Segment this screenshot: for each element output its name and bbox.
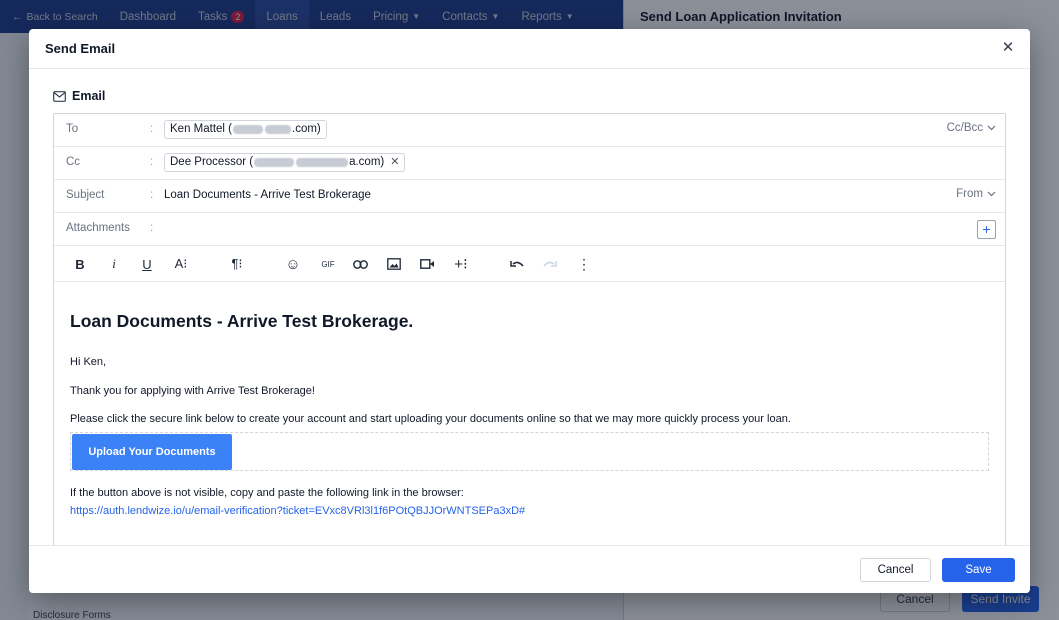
cc-bcc-toggle[interactable]: Cc/Bcc [947, 122, 996, 134]
redo-icon [541, 255, 559, 273]
to-label: To [66, 123, 79, 135]
redacted-text [254, 158, 295, 167]
email-section-heading: Email [53, 89, 105, 103]
add-attachment-button[interactable]: + [977, 220, 996, 239]
field-colon: : [150, 222, 154, 234]
video-icon[interactable] [418, 255, 436, 273]
editor-toolbar: B i U A⁝ ¶⁝ ☺ GIF +⁝ ⋮ [54, 246, 1005, 282]
email-body-editor[interactable]: Loan Documents - Arrive Test Brokerage. … [54, 283, 1005, 545]
emoji-icon[interactable]: ☺ [284, 255, 302, 273]
subject-input[interactable] [164, 189, 864, 201]
modal-footer: Cancel Save [29, 545, 1030, 593]
modal-body: Email To : Ken Mattel ( .com) Cc/Bcc Cc : [29, 70, 1030, 545]
modal-title: Send Email [45, 41, 116, 56]
subject-label: Subject [66, 189, 105, 201]
close-icon[interactable]: ✕ [1000, 40, 1016, 56]
email-composer: To : Ken Mattel ( .com) Cc/Bcc Cc : Dee P… [53, 113, 1006, 545]
insert-more-icon[interactable]: +⁝ [452, 255, 470, 273]
undo-icon[interactable] [508, 255, 526, 273]
remove-chip-icon[interactable]: ✕ [390, 154, 399, 171]
bold-button[interactable]: B [71, 255, 89, 273]
chevron-down-icon [987, 122, 996, 134]
more-options-icon[interactable]: ⋮ [575, 255, 593, 273]
to-recipient-chip[interactable]: Ken Mattel ( .com) [164, 120, 327, 139]
cc-recipient-chip[interactable]: Dee Processor ( a.com) ✕ [164, 153, 406, 172]
chevron-down-icon [987, 188, 996, 200]
attachments-label: Attachments [66, 222, 130, 234]
link-icon[interactable] [351, 255, 369, 273]
gif-button[interactable]: GIF [319, 255, 337, 273]
redacted-text [296, 158, 349, 167]
cc-row: Cc : Dee Processor ( a.com) ✕ [54, 147, 1005, 180]
chip-tail: a.com) [349, 156, 385, 168]
field-colon: : [150, 123, 154, 135]
font-size-button[interactable]: A⁝ [172, 255, 190, 273]
subject-row: Subject : From [54, 180, 1005, 213]
email-greeting: Hi Ken, [70, 356, 107, 368]
upload-documents-button[interactable]: Upload Your Documents [72, 434, 232, 470]
to-row: To : Ken Mattel ( .com) Cc/Bcc [54, 114, 1005, 147]
cancel-button[interactable]: Cancel [860, 558, 931, 582]
field-colon: : [150, 189, 154, 201]
mail-icon [53, 90, 66, 102]
underline-button[interactable]: U [138, 255, 156, 273]
email-heading: Loan Documents - Arrive Test Brokerage. [70, 311, 414, 331]
redacted-text [233, 125, 263, 134]
attachments-row: Attachments : + [54, 213, 1005, 246]
chip-name: Dee Processor ( [170, 156, 254, 168]
save-button[interactable]: Save [942, 558, 1015, 582]
from-toggle[interactable]: From [956, 188, 996, 200]
italic-button[interactable]: i [105, 255, 123, 273]
modal-header: Send Email ✕ [29, 29, 1030, 69]
send-email-modal: Send Email ✕ Email To : Ken Mattel ( .com… [29, 29, 1030, 593]
email-instruction: Please click the secure link below to cr… [70, 413, 791, 425]
button-block: Upload Your Documents [70, 432, 989, 471]
email-thanks: Thank you for applying with Arrive Test … [70, 385, 315, 397]
cc-label: Cc [66, 156, 81, 168]
chip-name: Ken Mattel ( [170, 123, 232, 135]
chip-tail: .com) [292, 123, 321, 135]
email-fallback-text: If the button above is not visible, copy… [70, 487, 464, 499]
image-icon[interactable] [385, 255, 403, 273]
redacted-text [265, 125, 291, 134]
field-colon: : [150, 156, 154, 168]
section-label: Email [72, 89, 106, 103]
paragraph-format-button[interactable]: ¶⁝ [228, 255, 246, 273]
verification-link[interactable]: https://auth.lendwize.io/u/email-verific… [70, 505, 525, 517]
